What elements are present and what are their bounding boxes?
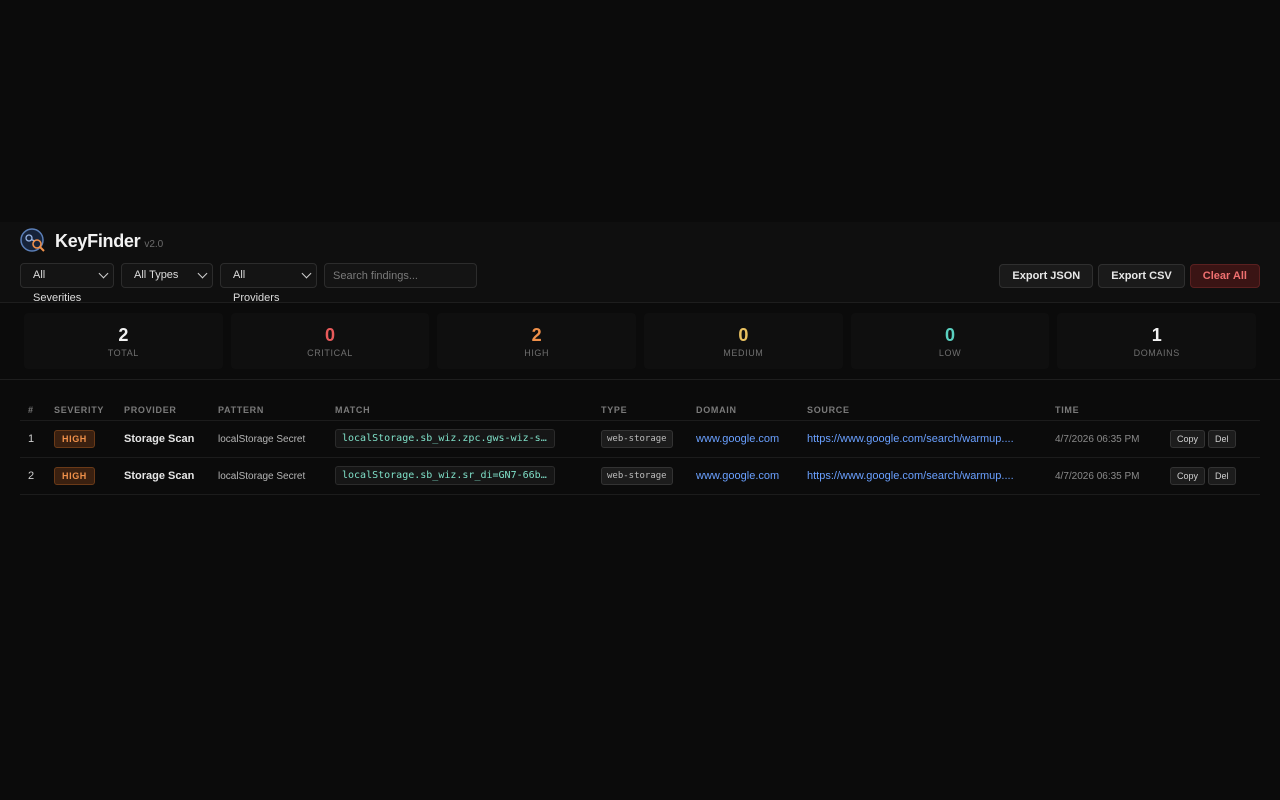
- pattern-cell: localStorage Secret: [210, 420, 327, 458]
- stat-label: HIGH: [524, 347, 550, 358]
- column-header: DOMAIN: [688, 400, 799, 421]
- match-cell: localStorage.sb_wiz.zpc.gws-wiz-serp…: [327, 420, 593, 458]
- pattern-name: localStorage Secret: [218, 470, 306, 482]
- stat-card-critical: 0 CRITICAL: [230, 313, 430, 369]
- stat-value: 0: [945, 324, 956, 345]
- actions-cell: Copy Del: [1162, 457, 1260, 495]
- keyfinder-logo-icon: [20, 228, 45, 252]
- severity-cell: HIGH: [46, 457, 116, 495]
- row-index: 1: [28, 432, 35, 445]
- chevron-down-icon: [301, 268, 312, 279]
- time-cell: 4/7/2026 06:35 PM: [1047, 457, 1162, 495]
- provider-name: Storage Scan: [124, 432, 195, 445]
- blank-area: [0, 0, 1280, 222]
- column-header: TYPE: [593, 400, 688, 421]
- column-header: PROVIDER: [116, 400, 210, 421]
- domain-link[interactable]: www.google.com: [696, 433, 779, 445]
- stat-label: DOMAINS: [1133, 347, 1180, 358]
- chevron-down-icon: [197, 268, 208, 279]
- column-header: SOURCE: [799, 400, 1047, 421]
- type-cell: web-storage: [593, 420, 688, 458]
- match-value[interactable]: localStorage.sb_wiz.zpc.gws-wiz-serp…: [335, 429, 555, 448]
- provider-filter[interactable]: All Providers: [220, 263, 317, 304]
- provider-cell: Storage Scan: [116, 457, 210, 495]
- stat-label: LOW: [938, 347, 962, 358]
- stat-label: TOTAL: [107, 347, 139, 358]
- column-header: SEVERITY: [46, 400, 116, 421]
- provider-name: Storage Scan: [124, 469, 195, 482]
- pattern-name: localStorage Secret: [218, 433, 306, 445]
- stat-value: 0: [738, 324, 749, 345]
- column-header: [1162, 400, 1260, 421]
- column-header: MATCH: [327, 400, 593, 421]
- domain-link[interactable]: www.google.com: [696, 470, 779, 482]
- stat-value: 2: [531, 324, 542, 345]
- domain-cell: www.google.com: [688, 457, 799, 495]
- table-header-row: # SEVERITY PROVIDER PATTERN MATCH TYPE DOMAIN S…: [20, 400, 1260, 421]
- column-header: TIME: [1047, 400, 1162, 421]
- stat-card-low: 0 LOW: [850, 313, 1050, 369]
- table-row[interactable]: 2 HIGH Storage Scan localStorage Secret loca…: [20, 457, 1260, 495]
- search-input[interactable]: [324, 263, 477, 288]
- chevron-down-icon: [98, 268, 109, 279]
- stat-card-medium: 0 MEDIUM: [644, 313, 843, 369]
- type-filter[interactable]: All Types: [121, 263, 213, 288]
- stat-card-domains: 1 DOMAINS: [1057, 313, 1257, 369]
- provider-filter-value: All Providers: [233, 269, 280, 304]
- severity-badge: HIGH: [54, 429, 95, 448]
- severity-filter-value: All Severities: [33, 269, 82, 304]
- findings-table: # SEVERITY PROVIDER PATTERN MATCH TYPE DOMAIN S…: [20, 400, 1260, 495]
- pattern-cell: localStorage Secret: [210, 457, 327, 495]
- type-cell: web-storage: [593, 457, 688, 495]
- severity-cell: HIGH: [46, 420, 116, 458]
- copy-button[interactable]: Copy: [1170, 429, 1206, 448]
- source-link[interactable]: https://www.google.com/search/warmup....: [807, 470, 1014, 482]
- severity-filter[interactable]: All Severities: [20, 263, 114, 304]
- source-cell: https://www.google.com/search/warmup....: [799, 457, 1047, 495]
- match-value[interactable]: localStorage.sb_wiz.sr_di=GN7-66b05b…: [335, 466, 555, 485]
- source-cell: https://www.google.com/search/warmup....: [799, 420, 1047, 458]
- toolbar: All Severities All Types All Providers E…: [20, 263, 1260, 304]
- stat-value: 2: [118, 324, 129, 345]
- table-row[interactable]: 1 HIGH Storage Scan localStorage Secret loca…: [20, 420, 1260, 458]
- source-link[interactable]: https://www.google.com/search/warmup....: [807, 433, 1014, 445]
- row-index-cell: 1: [20, 420, 46, 458]
- app-version: v2.0: [144, 238, 164, 250]
- stat-label: MEDIUM: [723, 347, 764, 358]
- column-header: PATTERN: [210, 400, 327, 421]
- timestamp: 4/7/2026 06:35 PM: [1055, 470, 1140, 482]
- stats-bar: 2 TOTAL 0 CRITICAL 2 HIGH 0 MEDIUM 0 LOW 1 DOMAINS: [0, 303, 1280, 380]
- header: KeyFinder v2.0 All Severities All Types …: [0, 222, 1280, 304]
- type-badge: web-storage: [601, 466, 673, 485]
- actions-cell: Copy Del: [1162, 420, 1260, 458]
- row-index-cell: 2: [20, 457, 46, 495]
- match-cell: localStorage.sb_wiz.sr_di=GN7-66b05b…: [327, 457, 593, 495]
- stat-card-high: 2 HIGH: [437, 313, 637, 369]
- domain-cell: www.google.com: [688, 420, 799, 458]
- stat-label: CRITICAL: [307, 347, 353, 358]
- brand: KeyFinder v2.0: [20, 227, 1260, 255]
- timestamp: 4/7/2026 06:35 PM: [1055, 433, 1140, 445]
- stat-value: 0: [325, 324, 336, 345]
- provider-cell: Storage Scan: [116, 420, 210, 458]
- findings-table-wrap: # SEVERITY PROVIDER PATTERN MATCH TYPE DOMAIN S…: [0, 380, 1280, 495]
- export-json-button[interactable]: Export JSON: [999, 263, 1094, 288]
- export-csv-button[interactable]: Export CSV: [1098, 263, 1185, 288]
- row-index: 2: [28, 469, 35, 482]
- type-badge: web-storage: [601, 429, 673, 448]
- clear-all-button[interactable]: Clear All: [1189, 263, 1260, 288]
- stat-value: 1: [1151, 324, 1162, 345]
- delete-button[interactable]: Del: [1208, 429, 1236, 448]
- column-header: #: [20, 400, 46, 421]
- stat-card-total: 2 TOTAL: [24, 313, 223, 369]
- delete-button[interactable]: Del: [1208, 466, 1236, 485]
- type-filter-value: All Types: [134, 269, 179, 281]
- copy-button[interactable]: Copy: [1170, 466, 1206, 485]
- severity-badge: HIGH: [54, 466, 95, 485]
- time-cell: 4/7/2026 06:35 PM: [1047, 420, 1162, 458]
- app-title: KeyFinder: [55, 230, 141, 251]
